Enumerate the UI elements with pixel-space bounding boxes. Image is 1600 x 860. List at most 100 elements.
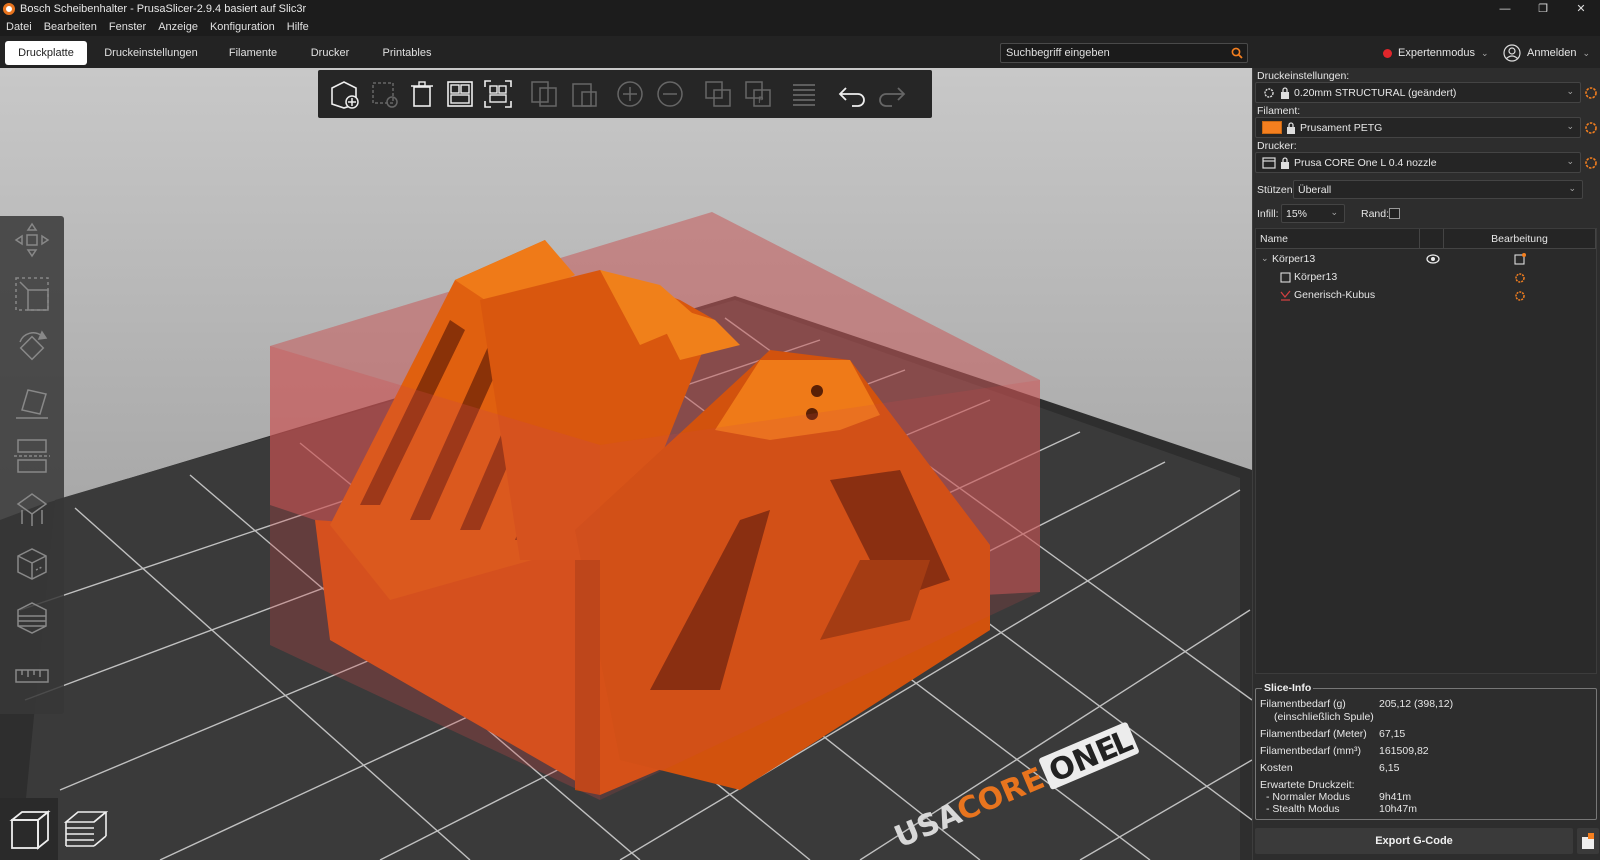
lock-icon [1281, 156, 1289, 169]
login-button[interactable]: Anmelden ⌄ [1503, 43, 1590, 63]
printer-combo[interactable]: Prusa CORE One L 0.4 nozzle ⌄ [1255, 152, 1581, 173]
eye-icon[interactable] [1426, 254, 1440, 264]
copy-icon[interactable] [528, 78, 560, 110]
column-editing[interactable]: Bearbeitung [1444, 229, 1596, 249]
lock-icon [1281, 86, 1289, 99]
object-row[interactable]: Generisch-Kubus [1256, 287, 1596, 305]
rotate-icon[interactable] [12, 328, 52, 368]
filament-value: Prusament PETG [1300, 121, 1383, 134]
chevron-down-icon: ⌄ [1566, 121, 1574, 131]
menu-anzeige[interactable]: Anzeige [158, 21, 198, 33]
menu-fenster[interactable]: Fenster [109, 21, 146, 33]
slice-info-panel: Slice-Info Filamentbedarf (g) (einschlie… [1255, 682, 1597, 820]
search-box [1000, 43, 1248, 63]
search-input[interactable] [1001, 44, 1221, 62]
brim-checkbox[interactable] [1389, 208, 1400, 219]
3d-view-icon [9, 810, 51, 850]
print-settings-combo[interactable]: 0.20mm STRUCTURAL (geändert) ⌄ [1255, 82, 1581, 103]
mmu-painting-icon[interactable] [12, 598, 52, 638]
scale-icon[interactable] [12, 274, 52, 314]
layers-editing-icon[interactable] [788, 78, 820, 110]
filament-m-label: Filamentbedarf (Meter) [1260, 728, 1367, 740]
normal-mode-label: - Normaler Modus [1266, 791, 1351, 803]
add-instance-icon[interactable] [614, 78, 646, 110]
maximize-button[interactable]: ❐ [1524, 0, 1562, 18]
add-object-icon[interactable] [328, 78, 360, 110]
paste-icon[interactable] [568, 78, 600, 110]
supports-row: Stützen: Überall ⌄ [1253, 180, 1600, 202]
filament-edit-icon[interactable] [1584, 121, 1598, 135]
export-options-button[interactable] [1577, 828, 1599, 854]
3d-viewport[interactable]: USA CORE ONE L [0, 68, 1252, 860]
object-row[interactable]: Körper13 [1256, 269, 1596, 287]
print-settings-edit-icon[interactable] [1584, 86, 1598, 100]
place-on-face-icon[interactable] [12, 382, 52, 422]
modifier-icon [1280, 290, 1291, 301]
chevron-down-icon: ⌄ [1330, 207, 1338, 217]
modifier-name: Generisch-Kubus [1294, 289, 1376, 301]
gear-icon [1264, 87, 1274, 98]
arrange-icon[interactable] [444, 78, 476, 110]
supports-combo[interactable]: Überall ⌄ [1293, 180, 1583, 199]
minimize-button[interactable]: — [1486, 0, 1524, 18]
normal-mode-value: 9h41m [1379, 791, 1412, 803]
filament-label: Filament: [1257, 105, 1301, 117]
top-toolbar: P [318, 70, 932, 118]
part-name: Körper13 [1294, 271, 1338, 283]
split-objects-icon[interactable] [702, 78, 734, 110]
preview-button[interactable] [58, 798, 115, 860]
infill-label: Infill: [1257, 208, 1279, 220]
seam-painting-icon[interactable] [12, 544, 52, 584]
measure-icon[interactable] [12, 656, 52, 696]
tab-druckplatte[interactable]: Druckplatte [5, 41, 87, 65]
printer-label: Drucker: [1257, 140, 1297, 152]
undo-icon[interactable] [836, 78, 868, 110]
mode-selector[interactable]: Expertenmodus ⌄ [1383, 45, 1489, 61]
export-gcode-button[interactable]: Export G-Code [1255, 828, 1573, 854]
tab-drucker[interactable]: Drucker [302, 41, 358, 65]
column-visibility[interactable] [1420, 229, 1444, 249]
redo-icon[interactable] [876, 78, 908, 110]
chevron-down-icon[interactable]: ⌄ [1261, 253, 1269, 264]
printer-edit-icon[interactable] [1584, 156, 1598, 170]
gear-icon[interactable] [1514, 272, 1526, 284]
menu-hilfe[interactable]: Hilfe [287, 21, 309, 33]
cost-label: Kosten [1260, 762, 1293, 774]
tab-druckeinstellungen[interactable]: Druckeinstellungen [98, 41, 204, 65]
menu-bearbeiten[interactable]: Bearbeiten [44, 21, 97, 33]
chevron-down-icon: ⌄ [1481, 47, 1489, 58]
delete-icon[interactable] [368, 78, 400, 110]
gizmo-toolbar [0, 216, 64, 714]
close-button[interactable]: ✕ [1562, 0, 1600, 18]
sidebar: Druckeinstellungen: 0.20mm STRUCTURAL (g… [1252, 68, 1600, 860]
printer-value: Prusa CORE One L 0.4 nozzle [1294, 156, 1437, 169]
infill-combo[interactable]: 15% ⌄ [1281, 204, 1345, 223]
tab-printables[interactable]: Printables [376, 41, 438, 65]
menu-datei[interactable]: Datei [6, 21, 32, 33]
menu-konfiguration[interactable]: Konfiguration [210, 21, 275, 33]
tab-filamente[interactable]: Filamente [222, 41, 284, 65]
support-painting-icon[interactable] [12, 490, 52, 530]
chevron-down-icon: ⌄ [1566, 86, 1574, 96]
supports-value: Überall [1298, 183, 1332, 196]
3d-scene[interactable]: USA CORE ONE L [0, 68, 1252, 860]
cut-icon[interactable] [12, 436, 52, 476]
printer-icon [1262, 156, 1276, 169]
column-name[interactable]: Name [1256, 229, 1420, 249]
move-icon[interactable] [12, 220, 52, 260]
filament-combo[interactable]: Prusament PETG ⌄ [1255, 117, 1581, 138]
gear-icon[interactable] [1514, 290, 1526, 302]
filament-color-swatch [1262, 121, 1282, 134]
3d-view-button[interactable] [0, 798, 57, 860]
title-bar: Bosch Scheibenhalter - PrusaSlicer-2.9.4… [0, 0, 1600, 18]
arrange-selection-icon[interactable] [482, 78, 514, 110]
edit-icon[interactable] [1514, 253, 1526, 265]
brim-label: Rand: [1361, 208, 1390, 220]
remove-instance-icon[interactable] [654, 78, 686, 110]
mode-indicator-icon [1383, 48, 1392, 58]
split-parts-icon[interactable]: P [742, 78, 774, 110]
delete-all-icon[interactable] [406, 78, 438, 110]
mode-label: Expertenmodus [1398, 47, 1476, 59]
object-row[interactable]: ⌄ Körper13 [1256, 251, 1596, 269]
search-icon[interactable] [1231, 47, 1243, 59]
